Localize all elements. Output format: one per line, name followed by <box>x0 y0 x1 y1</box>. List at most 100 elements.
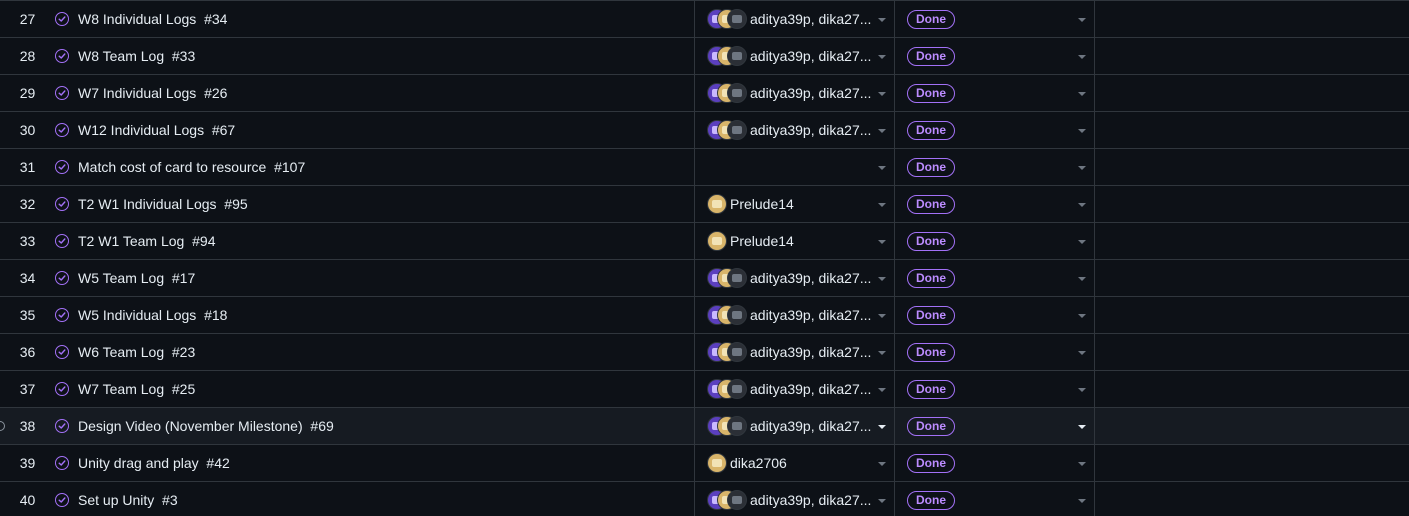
chevron-down-icon[interactable] <box>878 55 886 59</box>
chevron-down-icon[interactable] <box>878 462 886 466</box>
chevron-down-icon[interactable] <box>1078 92 1086 96</box>
issue-title-link[interactable]: W5 Individual Logs #18 <box>78 307 227 323</box>
status-cell[interactable]: Done <box>895 297 1095 333</box>
chevron-down-icon[interactable] <box>1078 203 1086 207</box>
table-row[interactable]: 27 W8 Individual Logs #34 aditya39p, dika2… <box>0 1 1409 38</box>
table-row[interactable]: 38 Design Video (November Milestone) #69 a… <box>0 408 1409 445</box>
status-cell[interactable]: Done <box>895 112 1095 148</box>
title-cell[interactable]: W6 Team Log #23 <box>55 334 695 370</box>
table-row[interactable]: 30 W12 Individual Logs #67 aditya39p, dika… <box>0 112 1409 149</box>
table-row[interactable]: 33 T2 W1 Team Log #94 Prelude14 Done <box>0 223 1409 260</box>
chevron-down-icon[interactable] <box>878 499 886 503</box>
status-cell[interactable]: Done <box>895 1 1095 37</box>
chevron-down-icon[interactable] <box>878 18 886 22</box>
assignees-cell[interactable]: aditya39p, dika27... <box>695 297 895 333</box>
chevron-down-icon[interactable] <box>878 351 886 355</box>
chevron-down-icon[interactable] <box>878 425 886 429</box>
issue-title-link[interactable]: Unity drag and play #42 <box>78 455 230 471</box>
status-cell[interactable]: Done <box>895 482 1095 516</box>
status-cell[interactable]: Done <box>895 38 1095 74</box>
status-cell[interactable]: Done <box>895 408 1095 444</box>
issue-title-link[interactable]: Set up Unity #3 <box>78 492 178 508</box>
title-cell[interactable]: Design Video (November Milestone) #69 <box>55 408 695 444</box>
chevron-down-icon[interactable] <box>878 277 886 281</box>
chevron-down-icon[interactable] <box>878 203 886 207</box>
issue-title-link[interactable]: W8 Team Log #33 <box>78 48 195 64</box>
chevron-down-icon[interactable] <box>1078 462 1086 466</box>
assignees-cell[interactable]: dika2706 <box>695 445 895 481</box>
chevron-down-icon[interactable] <box>1078 240 1086 244</box>
assignees-cell[interactable]: aditya39p, dika27... <box>695 75 895 111</box>
table-row[interactable]: 36 W6 Team Log #23 aditya39p, dika27... Don… <box>0 334 1409 371</box>
title-cell[interactable]: W7 Team Log #25 <box>55 371 695 407</box>
issue-title-link[interactable]: W7 Individual Logs #26 <box>78 85 227 101</box>
chevron-down-icon[interactable] <box>1078 129 1086 133</box>
issue-title-link[interactable]: W12 Individual Logs #67 <box>78 122 235 138</box>
chevron-down-icon[interactable] <box>1078 314 1086 318</box>
title-cell[interactable]: W12 Individual Logs #67 <box>55 112 695 148</box>
table-row[interactable]: 37 W7 Team Log #25 aditya39p, dika27... Don… <box>0 371 1409 408</box>
title-cell[interactable]: W7 Individual Logs #26 <box>55 75 695 111</box>
table-row[interactable]: 32 T2 W1 Individual Logs #95 Prelude14 Done <box>0 186 1409 223</box>
issue-title-link[interactable]: Design Video (November Milestone) #69 <box>78 418 334 434</box>
issue-title-link[interactable]: Match cost of card to resource #107 <box>78 159 305 175</box>
title-cell[interactable]: Unity drag and play #42 <box>55 445 695 481</box>
table-row[interactable]: 39 Unity drag and play #42 dika2706 Done <box>0 445 1409 482</box>
assignees-cell[interactable]: aditya39p, dika27... <box>695 112 895 148</box>
chevron-down-icon[interactable] <box>1078 351 1086 355</box>
assignees-cell[interactable]: aditya39p, dika27... <box>695 482 895 516</box>
assignees-cell[interactable]: aditya39p, dika27... <box>695 334 895 370</box>
table-row[interactable]: 40 Set up Unity #3 aditya39p, dika27... Don… <box>0 482 1409 516</box>
assignees-cell[interactable]: aditya39p, dika27... <box>695 260 895 296</box>
assignees-cell[interactable]: aditya39p, dika27... <box>695 1 895 37</box>
table-row[interactable]: 29 W7 Individual Logs #26 aditya39p, dika2… <box>0 75 1409 112</box>
chevron-down-icon[interactable] <box>878 240 886 244</box>
issue-title-link[interactable]: W8 Individual Logs #34 <box>78 11 227 27</box>
chevron-down-icon[interactable] <box>878 129 886 133</box>
title-cell[interactable]: Set up Unity #3 <box>55 482 695 516</box>
status-cell[interactable]: Done <box>895 186 1095 222</box>
issue-title-link[interactable]: W7 Team Log #25 <box>78 381 195 397</box>
issue-title-link[interactable]: T2 W1 Team Log #94 <box>78 233 215 249</box>
chevron-down-icon[interactable] <box>878 92 886 96</box>
title-cell[interactable]: T2 W1 Team Log #94 <box>55 223 695 259</box>
title-cell[interactable]: Match cost of card to resource #107 <box>55 149 695 185</box>
avatar-stack <box>707 46 747 66</box>
title-cell[interactable]: W8 Individual Logs #34 <box>55 1 695 37</box>
title-cell[interactable]: W5 Individual Logs #18 <box>55 297 695 333</box>
chevron-down-icon[interactable] <box>878 388 886 392</box>
assignees-cell[interactable] <box>695 149 895 185</box>
status-cell[interactable]: Done <box>895 334 1095 370</box>
assignees-cell[interactable]: Prelude14 <box>695 223 895 259</box>
issue-title-link[interactable]: W5 Team Log #17 <box>78 270 195 286</box>
status-cell[interactable]: Done <box>895 223 1095 259</box>
title-cell[interactable]: W5 Team Log #17 <box>55 260 695 296</box>
status-cell[interactable]: Done <box>895 445 1095 481</box>
chevron-down-icon[interactable] <box>1078 55 1086 59</box>
status-cell[interactable]: Done <box>895 75 1095 111</box>
chevron-down-icon[interactable] <box>1078 18 1086 22</box>
assignees-cell[interactable]: Prelude14 <box>695 186 895 222</box>
chevron-down-icon[interactable] <box>1078 388 1086 392</box>
chevron-down-icon[interactable] <box>1078 499 1086 503</box>
table-row[interactable]: 34 W5 Team Log #17 aditya39p, dika27... Don… <box>0 260 1409 297</box>
title-cell[interactable]: W8 Team Log #33 <box>55 38 695 74</box>
table-row[interactable]: 31 Match cost of card to resource #107 Don… <box>0 149 1409 186</box>
chevron-down-icon[interactable] <box>1078 425 1086 429</box>
table-row[interactable]: 28 W8 Team Log #33 aditya39p, dika27... Don… <box>0 38 1409 75</box>
table-row[interactable]: 35 W5 Individual Logs #18 aditya39p, dika2… <box>0 297 1409 334</box>
status-cell[interactable]: Done <box>895 371 1095 407</box>
avatar-stack <box>707 416 747 436</box>
status-cell[interactable]: Done <box>895 149 1095 185</box>
title-cell[interactable]: T2 W1 Individual Logs #95 <box>55 186 695 222</box>
chevron-down-icon[interactable] <box>1078 166 1086 170</box>
issue-title-link[interactable]: W6 Team Log #23 <box>78 344 195 360</box>
assignees-cell[interactable]: aditya39p, dika27... <box>695 38 895 74</box>
chevron-down-icon[interactable] <box>878 166 886 170</box>
chevron-down-icon[interactable] <box>878 314 886 318</box>
assignees-cell[interactable]: aditya39p, dika27... <box>695 371 895 407</box>
issue-title-link[interactable]: T2 W1 Individual Logs #95 <box>78 196 248 212</box>
status-cell[interactable]: Done <box>895 260 1095 296</box>
assignees-cell[interactable]: aditya39p, dika27... <box>695 408 895 444</box>
chevron-down-icon[interactable] <box>1078 277 1086 281</box>
